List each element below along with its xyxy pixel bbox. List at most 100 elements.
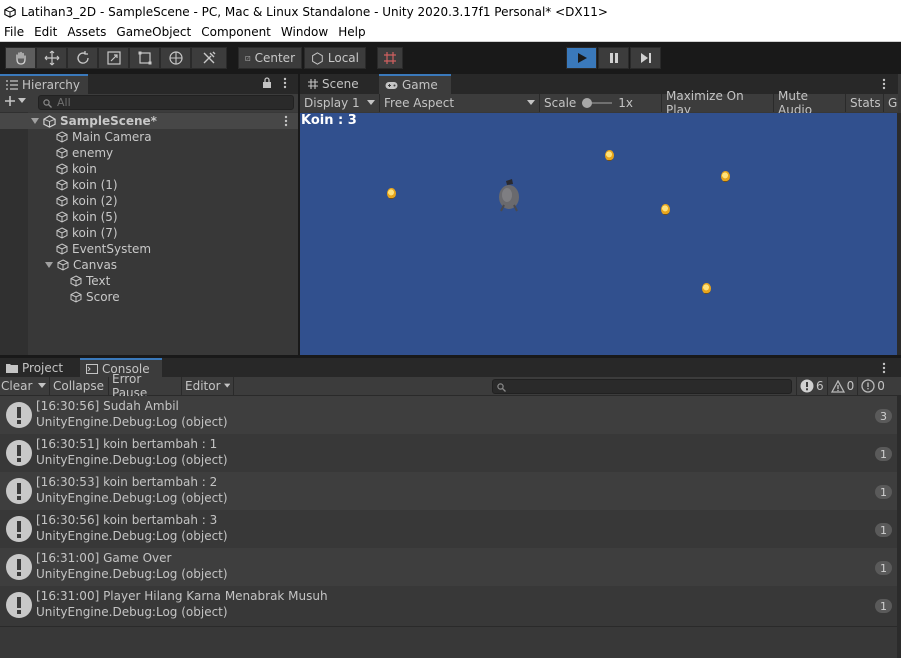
tree-item-label: Text: [86, 274, 111, 288]
maximize-on-play-toggle[interactable]: Maximize On Play: [662, 89, 774, 117]
menu-file[interactable]: File: [0, 25, 28, 39]
scale-tool-button[interactable]: [98, 47, 129, 69]
hand-tool-button[interactable]: [5, 47, 36, 69]
pause-icon: [609, 53, 618, 63]
error-count-toggle[interactable]: 0: [857, 376, 888, 396]
console-log-entry[interactable]: [16:30:56] Sudah Ambil UnityEngine.Debug…: [0, 396, 897, 434]
tree-item-enemy[interactable]: enemy: [56, 145, 113, 161]
tab-project-label: Project: [22, 360, 64, 375]
clear-button[interactable]: Clear: [0, 376, 50, 396]
dropdown-arrow-icon: [527, 100, 535, 105]
move-icon: [44, 50, 59, 66]
tab-game-label: Game: [402, 78, 438, 92]
space-local-button[interactable]: Local: [304, 47, 366, 69]
move-tool-button[interactable]: [36, 47, 67, 69]
console-log-entry[interactable]: [16:31:00] Game Over UnityEngine.Debug:L…: [0, 548, 897, 586]
log-stacktrace: UnityEngine.Debug:Log (object): [36, 567, 228, 581]
dropdown-arrow-icon: [18, 98, 26, 103]
pivot-center-button[interactable]: Center: [238, 47, 302, 69]
hierarchy-search-placeholder: All: [57, 96, 71, 109]
search-icon: [497, 382, 506, 392]
aspect-dropdown[interactable]: Free Aspect: [380, 94, 540, 112]
display-dropdown[interactable]: Display 1: [300, 94, 380, 112]
tree-item-eventsystem[interactable]: EventSystem: [56, 241, 151, 257]
tree-item-koin[interactable]: koin: [56, 161, 97, 177]
gameobject-cube-icon: [56, 243, 68, 255]
pause-button[interactable]: [598, 47, 629, 69]
gameobject-cube-icon: [56, 163, 68, 175]
mute-audio-toggle[interactable]: Mute Audio: [774, 89, 846, 117]
game-viewport[interactable]: Koin : 3: [300, 113, 897, 355]
grid-snap-button[interactable]: [377, 47, 403, 69]
expand-arrow-icon: [31, 118, 39, 124]
kebab-menu-icon[interactable]: [882, 362, 886, 374]
kebab-menu-icon[interactable]: [283, 77, 287, 92]
tree-item-koin-5[interactable]: koin (5): [56, 209, 118, 225]
log-collapse-count: 1: [875, 447, 892, 461]
tab-project[interactable]: Project: [0, 358, 80, 377]
menu-gameobject[interactable]: GameObject: [112, 25, 195, 39]
rotate-tool-button[interactable]: [67, 47, 98, 69]
transform-tool-button[interactable]: [160, 47, 191, 69]
tree-item-main-camera[interactable]: Main Camera: [56, 129, 152, 145]
stats-toggle[interactable]: Stats: [846, 94, 884, 112]
kebab-menu-icon[interactable]: [882, 78, 886, 90]
editor-dropdown[interactable]: Editor: [182, 376, 234, 396]
step-button[interactable]: [630, 47, 661, 69]
menu-component[interactable]: Component: [197, 25, 275, 39]
play-button[interactable]: [566, 47, 597, 69]
tree-item-label: enemy: [72, 146, 114, 160]
scene-menu-icon[interactable]: [284, 115, 288, 127]
menu-assets[interactable]: Assets: [63, 25, 110, 39]
tab-scene[interactable]: Scene: [302, 74, 378, 94]
log-message: [16:31:00] Game Over: [36, 551, 172, 565]
create-button[interactable]: [4, 95, 26, 107]
tree-item-label: Canvas: [73, 258, 118, 272]
gizmos-toggle[interactable]: G: [884, 94, 898, 112]
collapse-toggle[interactable]: Collapse: [50, 376, 109, 396]
tree-item-koin-2[interactable]: koin (2): [56, 193, 118, 209]
tree-item-score[interactable]: Score: [70, 289, 120, 305]
log-stacktrace: UnityEngine.Debug:Log (object): [36, 491, 228, 505]
error-count: 0: [877, 379, 885, 393]
warning-count-toggle[interactable]: 0: [826, 376, 858, 396]
tree-item-label: Score: [86, 290, 120, 304]
tree-item-text[interactable]: Text: [70, 273, 110, 289]
dropdown-arrow-icon: [367, 100, 375, 105]
expand-arrow-icon[interactable]: [45, 261, 53, 269]
console-log-entry[interactable]: [16:30:51] koin bertambah : 1 UnityEngin…: [0, 434, 897, 472]
gameobject-cube-icon: [56, 147, 68, 159]
scale-slider[interactable]: [582, 98, 613, 108]
tree-scene-row[interactable]: SampleScene*: [0, 113, 298, 129]
gameobject-cube-icon: [56, 131, 68, 143]
error-pause-toggle[interactable]: Error Pause: [109, 372, 182, 400]
console-scrollbar[interactable]: [897, 396, 901, 658]
tree-item-label: Main Camera: [72, 130, 152, 144]
hierarchy-search-input[interactable]: All: [38, 95, 294, 110]
tab-game[interactable]: Game: [379, 74, 451, 94]
console-log-entry[interactable]: [16:30:53] koin bertambah : 2 UnityEngin…: [0, 472, 897, 510]
tree-item-label: koin (1): [72, 178, 118, 192]
rect-tool-button[interactable]: [129, 47, 160, 69]
warning-icon: [830, 379, 845, 393]
tab-hierarchy[interactable]: Hierarchy: [0, 74, 88, 94]
tree-item-koin-1[interactable]: koin (1): [56, 177, 118, 193]
local-space-icon: [312, 51, 323, 65]
menu-window[interactable]: Window: [277, 25, 332, 39]
lock-icon[interactable]: [262, 77, 272, 92]
menu-help[interactable]: Help: [334, 25, 369, 39]
tree-item-canvas[interactable]: Canvas: [45, 257, 117, 273]
custom-tool-button[interactable]: [191, 47, 227, 69]
log-message: [16:30:53] koin bertambah : 2: [36, 475, 218, 489]
console-log-entry[interactable]: [16:31:00] Player Hilang Karna Menabrak …: [0, 586, 897, 624]
console-icon: [86, 363, 98, 374]
menu-edit[interactable]: Edit: [30, 25, 61, 39]
unity-logo-icon: [3, 5, 17, 19]
gamepad-icon: [385, 81, 398, 89]
console-log-entry[interactable]: [16:30:56] koin bertambah : 3 UnityEngin…: [0, 510, 897, 548]
player-sprite: [499, 179, 519, 212]
list-icon: [6, 80, 18, 90]
console-search-input[interactable]: [492, 378, 792, 394]
log-count-toggle[interactable]: 6: [796, 376, 827, 396]
tree-item-koin-7[interactable]: koin (7): [56, 225, 118, 241]
